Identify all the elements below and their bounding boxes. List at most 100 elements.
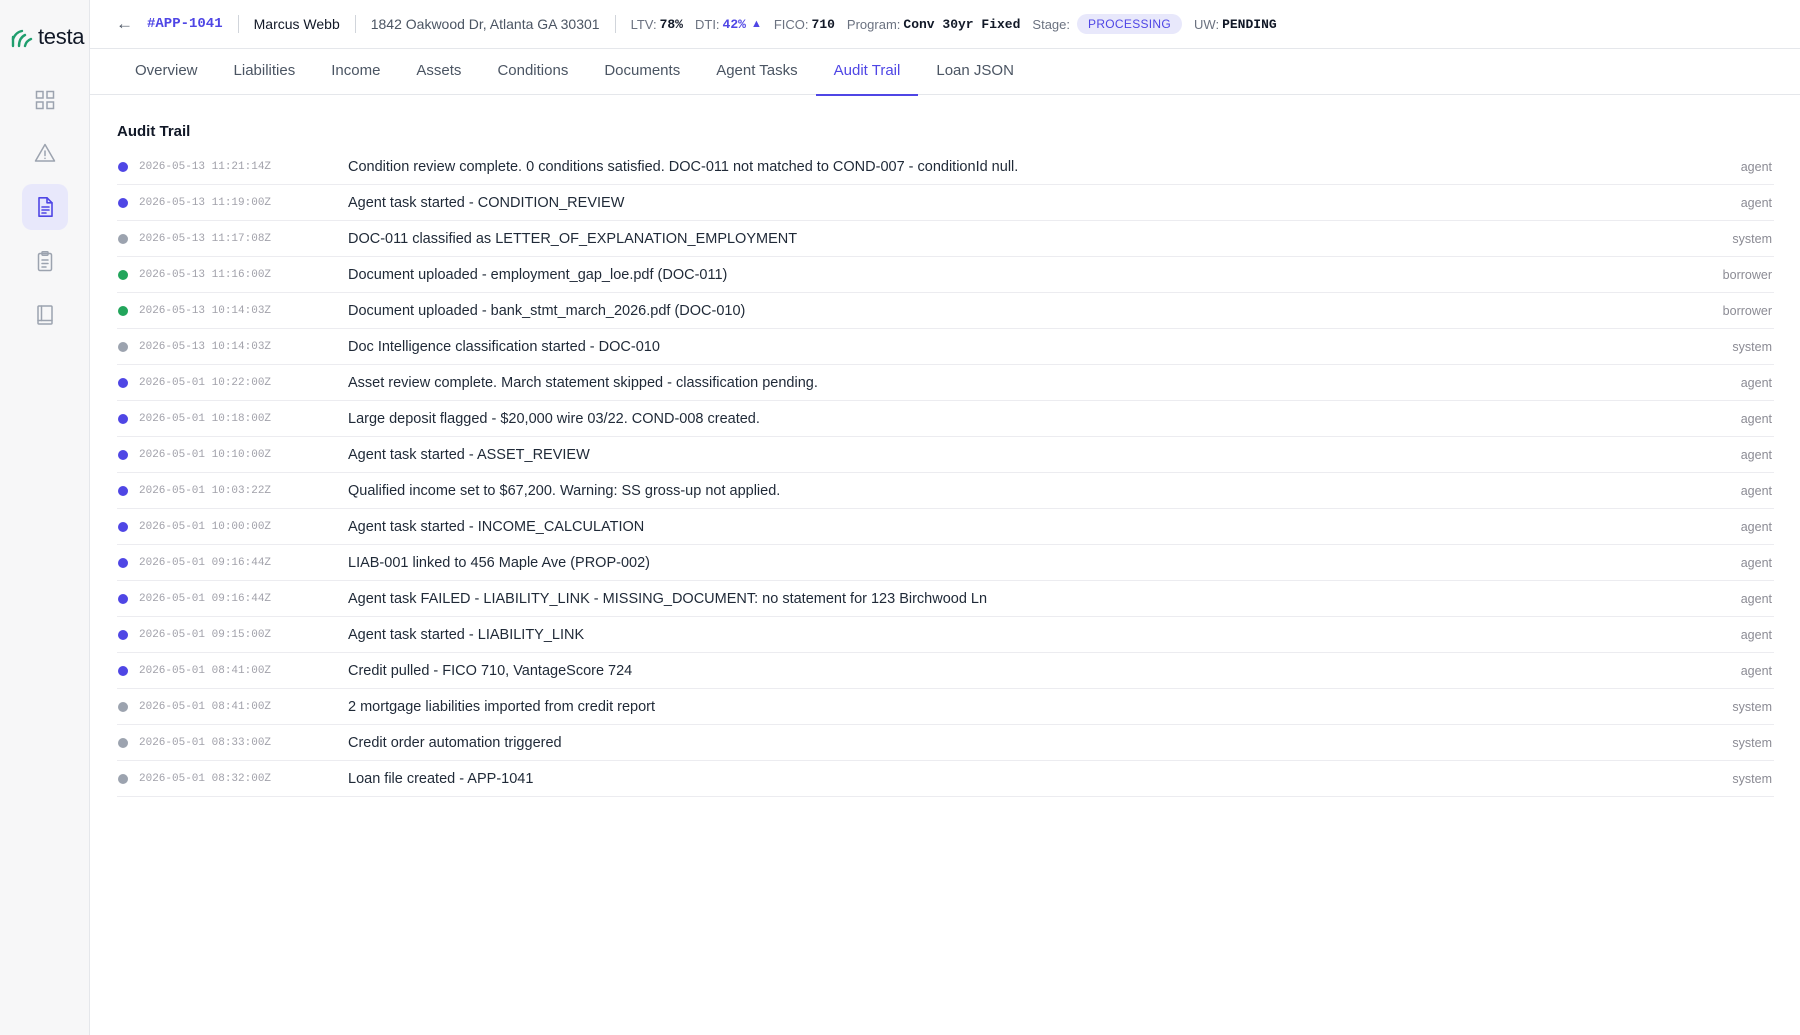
- audit-row: 2026-05-01 10:22:00Z Asset review complet…: [117, 365, 1774, 401]
- actor-status-dot: [118, 269, 128, 280]
- audit-message: DOC-011 classified as LETTER_OF_EXPLANAT…: [348, 230, 798, 247]
- audit-timestamp: 2026-05-01 09:16:44Z: [139, 592, 272, 605]
- actor-status-dot: [118, 629, 128, 640]
- audit-row: 2026-05-13 10:14:03Z Document uploaded - …: [117, 293, 1774, 329]
- audit-actor: agent: [1740, 627, 1772, 642]
- audit-row: 2026-05-01 10:00:00Z Agent task started -…: [117, 509, 1774, 545]
- program-value: Conv 30yr Fixed: [903, 16, 1021, 32]
- actor-status-dot: [118, 557, 128, 568]
- uw-value: PENDING: [1222, 16, 1277, 32]
- audit-message: Credit order automation triggered: [348, 734, 562, 751]
- actor-status-dot: [118, 485, 128, 496]
- stage-label: Stage:: [1032, 16, 1071, 32]
- grid-icon: [35, 90, 55, 110]
- audit-timestamp: 2026-05-13 11:21:14Z: [139, 160, 272, 173]
- audit-row: 2026-05-13 11:21:14Z Condition review com…: [117, 149, 1774, 185]
- audit-timestamp: 2026-05-01 08:32:00Z: [139, 772, 272, 785]
- audit-actor: agent: [1740, 159, 1772, 174]
- audit-message: Agent task started - ASSET_REVIEW: [348, 446, 590, 463]
- audit-list: 2026-05-13 11:21:14Z Condition review com…: [117, 149, 1774, 797]
- tab-conditions[interactable]: Conditions: [479, 49, 586, 95]
- program-label: Program:: [846, 16, 901, 32]
- audit-actor: system: [1732, 339, 1772, 354]
- stage-metric: Stage: PROCESSING: [1032, 14, 1183, 34]
- audit-timestamp: 2026-05-01 10:22:00Z: [139, 376, 272, 389]
- tab-documents[interactable]: Documents: [586, 49, 698, 95]
- audit-timestamp: 2026-05-01 10:03:22Z: [139, 484, 272, 497]
- audit-row: 2026-05-01 09:15:00Z Agent task started -…: [117, 617, 1774, 653]
- clipboard-icon: [37, 251, 53, 272]
- actor-status-dot: [118, 593, 128, 604]
- tab-audit-trail[interactable]: Audit Trail: [815, 49, 919, 96]
- audit-row: 2026-05-01 08:41:00Z 2 mortgage liabiliti…: [117, 689, 1774, 725]
- section-title: Audit Trail: [117, 123, 191, 140]
- tab-loan-json[interactable]: Loan JSON: [918, 49, 1032, 95]
- audit-actor: system: [1732, 771, 1772, 786]
- divider: [354, 15, 356, 33]
- audit-actor: borrower: [1722, 303, 1772, 318]
- audit-message: Condition review complete. 0 conditions …: [348, 158, 1019, 175]
- audit-message: Agent task started - CONDITION_REVIEW: [348, 194, 625, 211]
- audit-timestamp: 2026-05-01 09:15:00Z: [139, 628, 272, 641]
- audit-row: 2026-05-01 08:41:00Z Credit pulled - FICO…: [117, 653, 1774, 689]
- tab-assets[interactable]: Assets: [398, 49, 479, 95]
- loan-tabs: Overview Liabilities Income Assets Condi…: [90, 49, 1800, 96]
- actor-status-dot: [118, 737, 128, 748]
- audit-row: 2026-05-13 11:16:00Z Document uploaded - …: [117, 257, 1774, 293]
- ltv-value: 78%: [659, 16, 683, 32]
- audit-message: Document uploaded - bank_stmt_march_2026…: [348, 302, 746, 319]
- audit-actor: agent: [1740, 591, 1772, 606]
- audit-message: Agent task FAILED - LIABILITY_LINK - MIS…: [348, 590, 988, 607]
- actor-status-dot: [118, 521, 128, 532]
- back-arrow-icon[interactable]: ←: [116, 14, 133, 34]
- sidebar-item-alerts[interactable]: [22, 130, 68, 176]
- actor-status-dot: [118, 413, 128, 424]
- audit-timestamp: 2026-05-13 11:16:00Z: [139, 268, 272, 281]
- loan-header: ← #APP-1041 Marcus Webb 1842 Oakwood Dr,…: [90, 0, 1800, 49]
- audit-row: 2026-05-01 09:16:44Z Agent task FAILED - …: [117, 581, 1774, 617]
- audit-timestamp: 2026-05-01 08:41:00Z: [139, 700, 272, 713]
- sidebar-item-guides[interactable]: [22, 292, 68, 338]
- audit-message: Agent task started - INCOME_CALCULATION: [348, 518, 645, 535]
- audit-timestamp: 2026-05-01 10:10:00Z: [139, 448, 272, 461]
- actor-status-dot: [118, 701, 128, 712]
- tab-agent-tasks[interactable]: Agent Tasks: [698, 49, 815, 95]
- audit-actor: borrower: [1722, 267, 1772, 282]
- audit-actor: agent: [1740, 555, 1772, 570]
- audit-message: Loan file created - APP-1041: [348, 770, 534, 787]
- audit-actor: agent: [1740, 519, 1772, 534]
- audit-message: Document uploaded - employment_gap_loe.p…: [348, 266, 728, 283]
- audit-row: 2026-05-13 11:19:00Z Agent task started -…: [117, 185, 1774, 221]
- sidebar-item-loans[interactable]: [22, 184, 68, 230]
- audit-timestamp: 2026-05-01 10:18:00Z: [139, 412, 272, 425]
- fico-label: FICO:: [773, 16, 809, 32]
- audit-timestamp: 2026-05-01 08:41:00Z: [139, 664, 272, 677]
- actor-status-dot: [118, 197, 128, 208]
- book-icon: [37, 305, 53, 325]
- sidebar-item-dashboard[interactable]: [22, 77, 68, 123]
- audit-message: Agent task started - LIABILITY_LINK: [348, 626, 585, 643]
- fico-value: 710: [811, 16, 835, 32]
- fico-metric: FICO: 710: [774, 17, 835, 32]
- audit-message: Large deposit flagged - $20,000 wire 03/…: [348, 410, 760, 427]
- document-icon: [38, 197, 53, 217]
- brand-name: testa: [38, 24, 85, 49]
- audit-row: 2026-05-01 08:32:00Z Loan file created - …: [117, 761, 1774, 797]
- tab-income[interactable]: Income: [313, 49, 398, 95]
- audit-row: 2026-05-01 10:10:00Z Agent task started -…: [117, 437, 1774, 473]
- audit-trail-panel: Audit Trail 2026-05-13 11:21:14Z Conditio…: [117, 95, 1774, 797]
- brand-logo[interactable]: testa: [10, 24, 85, 50]
- sidebar-item-tasks[interactable]: [22, 238, 68, 284]
- tab-overview[interactable]: Overview: [117, 49, 216, 95]
- property-address: 1842 Oakwood Dr, Atlanta GA 30301: [370, 16, 600, 32]
- audit-timestamp: 2026-05-13 11:19:00Z: [139, 196, 272, 209]
- tab-liabilities[interactable]: Liabilities: [216, 49, 314, 95]
- audit-row: 2026-05-01 10:18:00Z Large deposit flagge…: [117, 401, 1774, 437]
- audit-actor: system: [1732, 231, 1772, 246]
- audit-timestamp: 2026-05-13 10:14:03Z: [139, 304, 272, 317]
- audit-actor: agent: [1740, 447, 1772, 462]
- audit-timestamp: 2026-05-01 10:00:00Z: [139, 520, 272, 533]
- audit-timestamp: 2026-05-13 10:14:03Z: [139, 340, 272, 353]
- application-id: #APP-1041: [147, 16, 223, 32]
- ltv-metric: LTV: 78%: [631, 17, 683, 32]
